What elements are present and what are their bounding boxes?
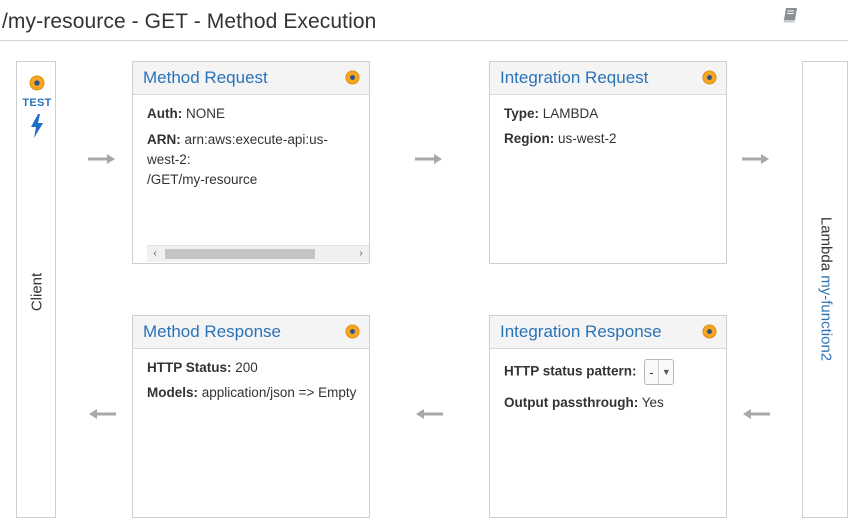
http-status-row: HTTP Status: 200 [147, 359, 355, 377]
output-passthrough-label: Output passthrough: [504, 395, 639, 410]
integration-response-box: Integration Response HTTP status pattern… [489, 315, 727, 518]
arrow-left-icon [743, 409, 770, 419]
type-value: LAMBDA [542, 106, 599, 121]
auth-row: Auth: NONE [147, 105, 355, 123]
method-request-link[interactable]: Method Request [143, 68, 268, 88]
models-row: Models: application/json => Empty [147, 384, 357, 402]
integration-response-body: HTTP status pattern: - ▼ Output passthro… [490, 349, 726, 412]
lambda-prefix: Lambda [817, 216, 835, 272]
scroll-thumb[interactable] [165, 249, 315, 259]
status-dot-icon [345, 70, 360, 85]
models-value: application/json => Empty [201, 385, 357, 400]
auth-value: NONE [186, 106, 226, 121]
type-label: Type: [504, 106, 540, 121]
arrow-right-icon [88, 154, 115, 164]
status-pattern-label: HTTP status pattern: [504, 363, 637, 379]
integration-response-header: Integration Response [490, 316, 726, 349]
client-panel: TEST Client [16, 61, 56, 518]
arn-value-line2: west-2: [147, 152, 191, 167]
status-dot-icon [702, 324, 717, 339]
type-row: Type: LAMBDA [504, 105, 712, 123]
http-status-label: HTTP Status: [147, 360, 232, 375]
method-execution-page: /my-resource - GET - Method Execution TE… [0, 0, 848, 524]
method-request-header: Method Request [133, 62, 369, 95]
integration-request-box: Integration Request Type: LAMBDA Region:… [489, 61, 727, 264]
region-value: us-west-2 [558, 131, 617, 146]
page-title: /my-resource - GET - Method Execution [2, 10, 377, 33]
arn-row: ARN: arn:aws:execute-api:us- west-2: /GE… [147, 130, 355, 190]
chevron-down-icon: ▼ [658, 360, 673, 384]
method-response-body: HTTP Status: 200 Models: application/jso… [133, 349, 369, 409]
book-icon[interactable] [780, 4, 802, 26]
integration-response-link[interactable]: Integration Response [500, 322, 662, 342]
models-label: Models: [147, 385, 199, 400]
method-request-body: Auth: NONE ARN: arn:aws:execute-api:us- … [133, 95, 369, 190]
integration-request-header: Integration Request [490, 62, 726, 95]
arrow-right-icon [415, 154, 442, 164]
title-divider [0, 40, 848, 41]
arrow-left-icon [416, 409, 443, 419]
scroll-right-button[interactable]: › [353, 246, 369, 262]
output-passthrough-row: Output passthrough: Yes [504, 394, 712, 412]
status-pattern-value: - [649, 365, 654, 380]
client-label: Client [28, 272, 46, 312]
method-response-box: Method Response HTTP Status: 200 Models:… [132, 315, 370, 518]
arn-label: ARN: [147, 132, 181, 147]
region-label: Region: [504, 131, 555, 146]
method-response-header: Method Response [133, 316, 369, 349]
lambda-label: Lambda my-function2 [818, 217, 835, 361]
method-response-link[interactable]: Method Response [143, 322, 281, 342]
status-dot-icon [29, 75, 45, 91]
status-dot-icon [702, 70, 717, 85]
status-pattern-select[interactable]: - ▼ [644, 359, 675, 385]
lightning-bolt-icon[interactable] [29, 114, 45, 138]
status-dot-icon [345, 324, 360, 339]
http-status-value: 200 [235, 360, 258, 375]
test-link[interactable]: TEST [17, 97, 57, 109]
horizontal-scrollbar[interactable]: ‹ › [147, 245, 369, 262]
output-passthrough-value: Yes [641, 395, 664, 410]
method-request-box: Method Request Auth: NONE ARN: arn:aws:e… [132, 61, 370, 264]
scroll-left-button[interactable]: ‹ [147, 246, 163, 262]
arrow-left-icon [89, 409, 116, 419]
arrow-right-icon [742, 154, 769, 164]
arn-value-line1: arn:aws:execute-api:us- [184, 132, 328, 147]
auth-label: Auth: [147, 106, 183, 121]
status-pattern-row: HTTP status pattern: - ▼ [504, 359, 712, 385]
integration-request-link[interactable]: Integration Request [500, 68, 648, 88]
lambda-function-link[interactable]: my-function2 [818, 275, 835, 361]
region-row: Region: us-west-2 [504, 130, 712, 148]
integration-request-body: Type: LAMBDA Region: us-west-2 [490, 95, 726, 148]
arn-value-line3: /GET/my-resource [147, 172, 258, 187]
lambda-panel: Lambda my-function2 [802, 61, 848, 518]
